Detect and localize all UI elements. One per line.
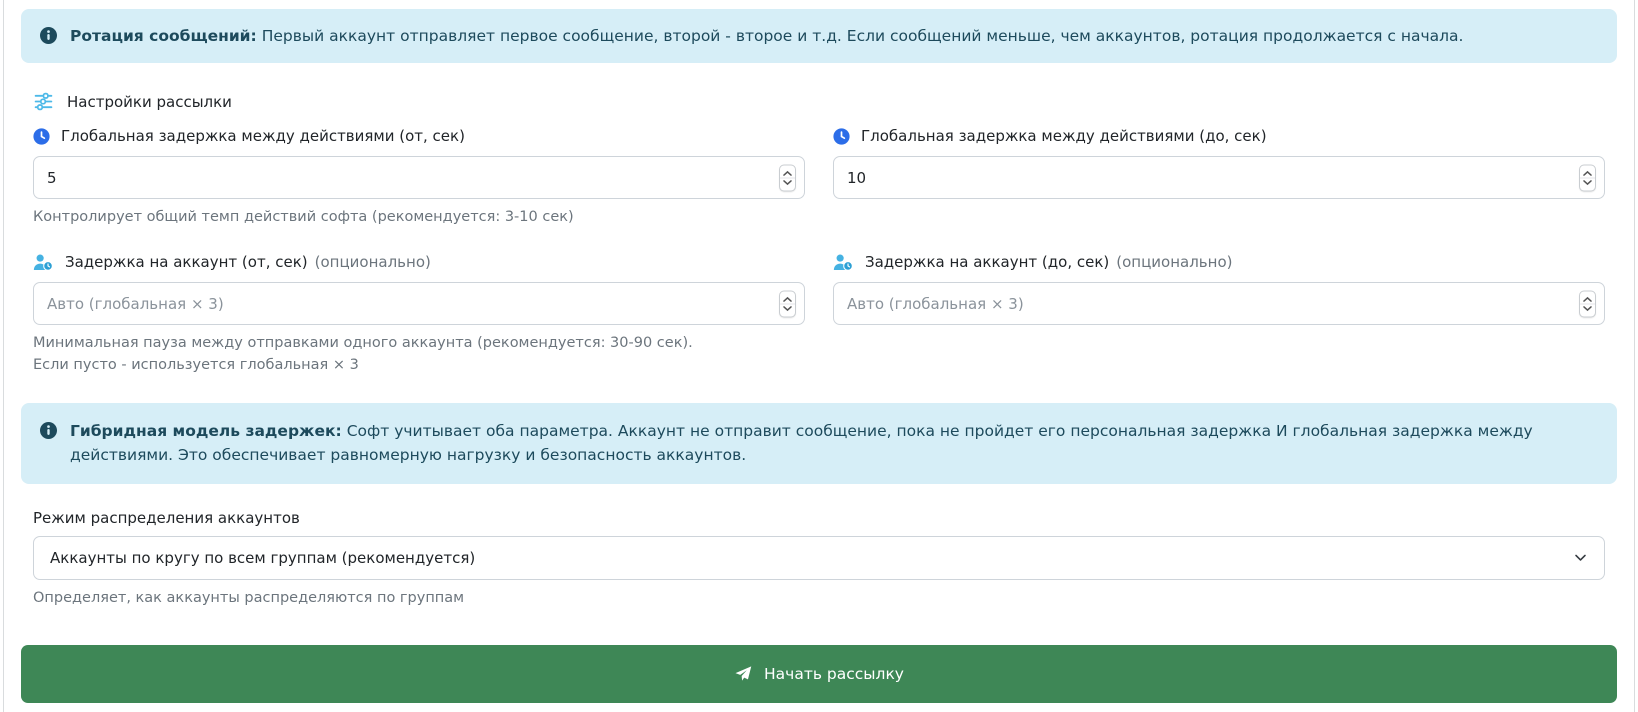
account-delay-from-input[interactable]: [33, 282, 805, 326]
stepper-up-down-icon[interactable]: [779, 164, 796, 192]
account-delay-from-label: Задержка на аккаунт (от, сек) (опциональ…: [33, 253, 805, 271]
global-delay-from-label: Глобальная задержка между действиями (от…: [33, 127, 805, 145]
sliders-icon: [33, 91, 54, 112]
delay-settings-grid: Глобальная задержка между действиями (от…: [33, 127, 1605, 376]
field-account-delay-to: Задержка на аккаунт (до, сек) (опциональ…: [833, 253, 1605, 377]
global-delay-from-input[interactable]: [33, 156, 805, 200]
chevron-down-icon: [1573, 550, 1588, 565]
account-delay-help: Минимальная пауза между отправками одног…: [33, 335, 693, 373]
paper-plane-icon: [734, 665, 752, 683]
field-global-delay-to: Глобальная задержка между действиями (до…: [833, 127, 1605, 229]
stepper-up-down-icon[interactable]: [1579, 290, 1596, 318]
distribution-mode-help: Определяет, как аккаунты распределяются …: [33, 589, 465, 606]
stepper-up-down-icon[interactable]: [779, 290, 796, 318]
field-account-delay-from: Задержка на аккаунт (от, сек) (опциональ…: [33, 253, 805, 377]
info-circle-icon: [40, 24, 57, 44]
account-delay-to-input[interactable]: [833, 282, 1605, 326]
rotation-alert-text: Ротация сообщений: Первый аккаунт отправл…: [70, 27, 1464, 45]
start-mailing-button[interactable]: Начать рассылку: [21, 645, 1617, 704]
rotation-alert-title: Ротация сообщений:: [70, 27, 257, 45]
distribution-selected-option: Аккаунты по кругу по всем группам (реком…: [50, 548, 476, 567]
distribution-mode-label: Режим распределения аккаунтов: [33, 508, 300, 527]
user-clock-icon: [833, 254, 854, 271]
section-title: Настройки рассылки: [67, 92, 232, 111]
clock-icon: [833, 128, 850, 145]
distribution-mode-select[interactable]: Аккаунты по кругу по всем группам (реком…: [33, 535, 1605, 580]
info-circle-icon: [40, 419, 57, 439]
rotation-info-alert: Ротация сообщений: Первый аккаунт отправл…: [21, 9, 1617, 64]
hybrid-model-alert: Гибридная модель задержек: Софт учитывает…: [21, 402, 1617, 484]
field-global-delay-from: Глобальная задержка между действиями (от…: [33, 127, 805, 229]
clock-icon: [33, 128, 50, 145]
user-clock-icon: [33, 254, 54, 271]
global-delay-help: Контролирует общий темп действий софта (…: [33, 209, 574, 226]
stepper-up-down-icon[interactable]: [1579, 164, 1596, 192]
hybrid-alert-title: Гибридная модель задержек:: [70, 421, 342, 440]
mailing-settings-header: Настройки рассылки: [33, 91, 1605, 112]
start-mailing-label: Начать рассылку: [764, 665, 904, 684]
account-delay-to-label: Задержка на аккаунт (до, сек) (опциональ…: [833, 253, 1605, 271]
global-delay-to-label: Глобальная задержка между действиями (до…: [833, 127, 1605, 145]
hybrid-alert-text: Гибридная модель задержек: Софт учитывает…: [70, 421, 1533, 465]
global-delay-to-input[interactable]: [833, 156, 1605, 200]
settings-panel: Ротация сообщений: Первый аккаунт отправл…: [3, 0, 1635, 712]
